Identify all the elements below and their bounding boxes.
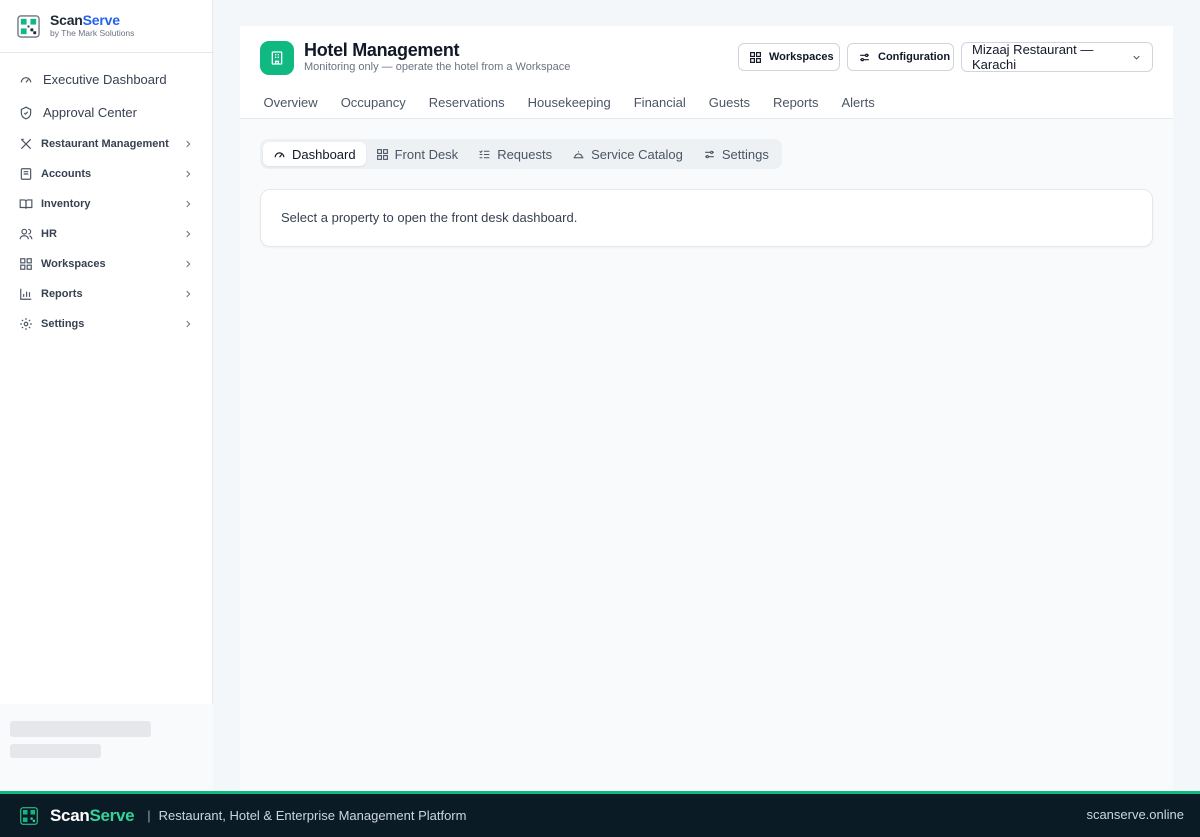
qr-logo-icon [17,14,40,38]
chevron-right-icon [183,169,193,179]
gauge-icon [19,73,33,87]
utensils-icon [19,137,33,151]
sidebar-item-settings[interactable]: Settings [0,309,212,339]
page-header: Hotel Management Monitoring only — opera… [240,26,1173,119]
skeleton-line [10,744,101,758]
sidebar: ScanServe by The Mark Solutions Executiv… [0,0,213,791]
list-check-icon [478,148,491,161]
property-select[interactable]: Mizaaj Restaurant — Karachi [961,42,1153,72]
chevron-right-icon [183,139,193,149]
main-content: Hotel Management Monitoring only — opera… [240,26,1173,791]
tab-housekeeping[interactable]: Housekeeping [516,88,622,119]
footer-url[interactable]: scanserve.online [1086,807,1184,822]
tab-reservations[interactable]: Reservations [417,88,516,119]
brand[interactable]: ScanServe by The Mark Solutions [0,0,212,53]
page-title: Hotel Management [304,40,460,60]
subtab-dashboard[interactable]: Dashboard [263,142,366,166]
gauge-icon [273,148,286,161]
sidebar-item-executive-dashboard[interactable]: Executive Dashboard [0,63,212,96]
tab-occupancy[interactable]: Occupancy [329,88,417,119]
main-tabs: Overview Occupancy Reservations Housekee… [240,88,886,119]
shield-check-icon [19,106,33,120]
empty-state-message: Select a property to open the front desk… [281,210,578,225]
sidebar-item-hr[interactable]: HR [0,219,212,249]
qr-logo-icon [20,806,38,825]
tab-alerts[interactable]: Alerts [830,88,886,119]
sidebar-item-inventory[interactable]: Inventory [0,189,212,219]
subtab-front-desk[interactable]: Front Desk [366,142,469,166]
grid-icon [376,148,389,161]
footer-brand: ScanServe [50,805,135,825]
sidebar-item-reports[interactable]: Reports [0,279,212,309]
tab-overview[interactable]: Overview [252,88,329,119]
tab-reports[interactable]: Reports [761,88,830,119]
footer: ScanServe | Restaurant, Hotel & Enterpri… [0,791,1200,837]
sidebar-item-workspaces[interactable]: Workspaces [0,249,212,279]
bar-chart-icon [19,287,33,301]
sliders-icon [858,51,871,64]
book-open-icon [19,197,33,211]
sliders-icon [703,148,716,161]
grid-icon [19,257,33,271]
chevron-right-icon [183,199,193,209]
chevron-right-icon [183,319,193,329]
chevron-right-icon [183,259,193,269]
skeleton-line [10,721,151,737]
building-icon [260,41,294,75]
footer-separator: | [147,808,151,823]
sidebar-user-skeleton [0,704,213,791]
subtab-service-catalog[interactable]: Service Catalog [562,142,693,166]
grid-icon [749,51,762,64]
tab-guests[interactable]: Guests [697,88,761,119]
cloche-icon [572,148,585,161]
sidebar-item-approval-center[interactable]: Approval Center [0,96,212,129]
page-subtitle: Monitoring only — operate the hotel from… [304,61,571,73]
brand-name: ScanServe [50,12,120,28]
sub-tabs: Dashboard Front Desk Requests Service Ca… [260,139,782,169]
brand-subtitle: by The Mark Solutions [50,28,135,38]
chevron-right-icon [183,229,193,239]
chevron-right-icon [183,289,193,299]
chevron-down-icon [1131,52,1142,63]
sidebar-nav: Executive Dashboard Approval Center Rest… [0,53,212,339]
sidebar-item-restaurant-management[interactable]: Restaurant Management [0,129,212,159]
users-icon [19,227,33,241]
workspaces-button[interactable]: Workspaces [738,43,840,71]
footer-tagline: Restaurant, Hotel & Enterprise Managemen… [158,808,467,823]
receipt-icon [19,167,33,181]
subtab-requests[interactable]: Requests [468,142,562,166]
gear-icon [19,317,33,331]
configuration-button[interactable]: Configuration [847,43,954,71]
subtab-settings[interactable]: Settings [693,142,779,166]
tab-financial[interactable]: Financial [622,88,697,119]
sidebar-item-accounts[interactable]: Accounts [0,159,212,189]
empty-state-card: Select a property to open the front desk… [260,189,1153,247]
